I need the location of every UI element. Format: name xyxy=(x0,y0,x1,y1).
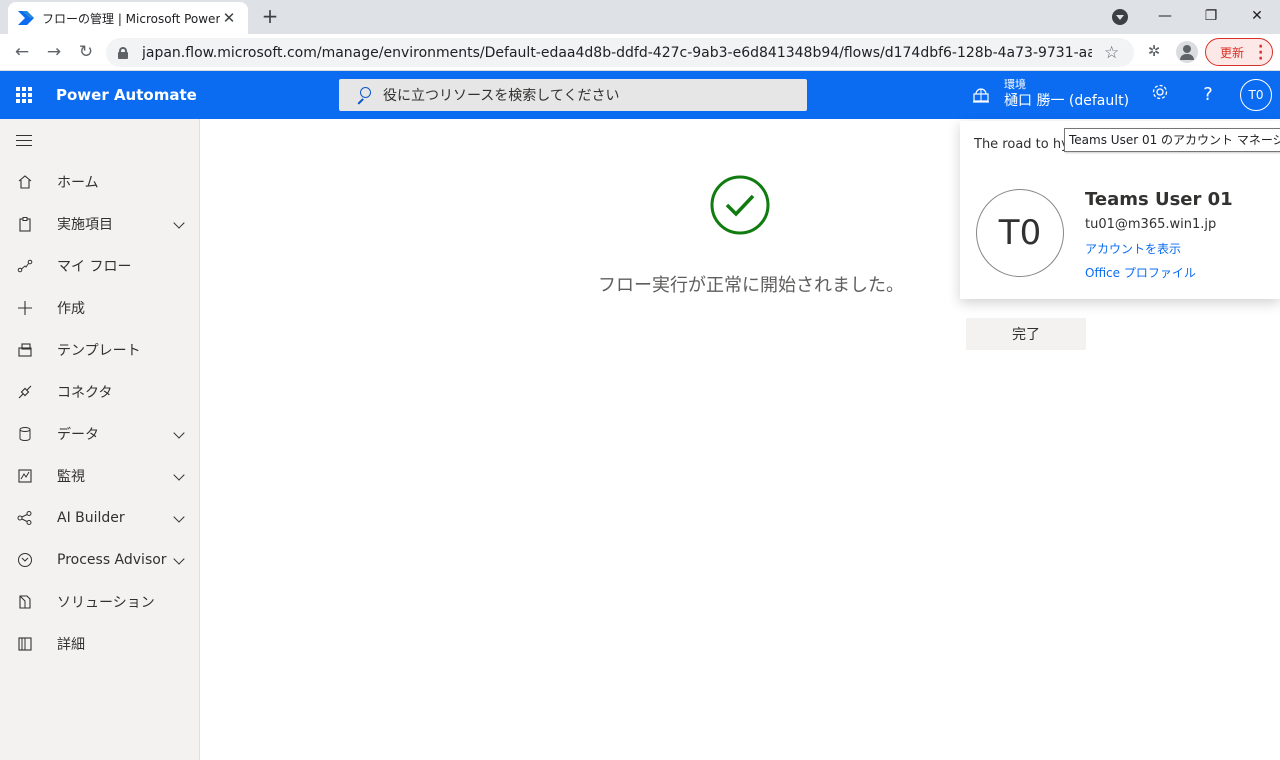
extensions-puzzle-icon[interactable]: ✲ xyxy=(1144,42,1164,62)
account-email: tu01@m365.win1.jp xyxy=(1085,217,1217,232)
sidebar-item-my-flows[interactable]: マイ フロー xyxy=(0,246,199,286)
card-org-name: The road to hy xyxy=(974,137,1069,152)
tab-search-icon[interactable] xyxy=(1112,9,1128,25)
chevron-down-icon[interactable] xyxy=(174,513,184,523)
browser-profile-icon[interactable] xyxy=(1176,41,1198,63)
sidebar-item-label: 実施項目 xyxy=(57,217,113,233)
sidebar-item-label: データ xyxy=(57,427,99,443)
environment-label: 環境 xyxy=(1004,78,1026,91)
app-launcher-waffle-icon[interactable] xyxy=(16,87,32,103)
power-automate-favicon-icon xyxy=(18,10,34,26)
tab-title: フローの管理 | Microsoft Power Automate xyxy=(42,11,220,26)
search-placeholder: 役に立つリソースを検索してください xyxy=(383,88,620,104)
solution-icon xyxy=(16,593,34,611)
sidebar-item-action-items[interactable]: 実施項目 xyxy=(0,204,199,244)
sidebar-item-label: コネクタ xyxy=(57,385,113,401)
environment-globe-icon[interactable] xyxy=(972,86,990,104)
plus-icon xyxy=(16,299,34,317)
book-icon xyxy=(16,635,34,653)
settings-gear-icon[interactable] xyxy=(1148,83,1172,107)
sidebar-item-label: AI Builder xyxy=(57,510,125,526)
account-manager-tooltip: Teams User 01 のアカウント マネージャー xyxy=(1064,128,1280,152)
sidebar-item-templates[interactable]: テンプレート xyxy=(0,330,199,370)
browser-tab[interactable]: フローの管理 | Microsoft Power Automate ✕ xyxy=(8,2,248,34)
address-bar[interactable]: japan.flow.microsoft.com/manage/environm… xyxy=(106,38,1134,67)
header-account-avatar[interactable]: T0 xyxy=(1240,79,1272,111)
tab-close-icon[interactable]: ✕ xyxy=(220,9,238,27)
app-name[interactable]: Power Automate xyxy=(56,86,197,104)
success-check-icon xyxy=(710,175,770,235)
sidebar-item-label: 監視 xyxy=(57,469,85,485)
clipboard-icon xyxy=(16,215,34,233)
database-icon xyxy=(16,425,34,443)
sidebar-item-process-advisor[interactable]: Process Advisor xyxy=(0,540,199,580)
chevron-down-icon[interactable] xyxy=(174,471,184,481)
environment-picker[interactable]: 環境 樋口 勝一 (default) xyxy=(1004,78,1129,110)
browser-tab-bar: フローの管理 | Microsoft Power Automate ✕ + — … xyxy=(0,0,1280,34)
sidebar-item-connectors[interactable]: コネクタ xyxy=(0,372,199,412)
done-button[interactable]: 完了 xyxy=(966,318,1086,350)
update-label: 更新 xyxy=(1220,45,1245,60)
help-icon[interactable]: ? xyxy=(1196,83,1220,107)
sidebar-item-create[interactable]: 作成 xyxy=(0,288,199,328)
sidebar-item-home[interactable]: ホーム xyxy=(0,162,199,202)
sidebar-item-label: テンプレート xyxy=(57,343,141,359)
search-icon xyxy=(355,86,373,104)
forward-arrow-icon[interactable]: → xyxy=(42,40,66,64)
process-advisor-icon xyxy=(16,551,34,569)
back-arrow-icon[interactable]: ← xyxy=(10,40,34,64)
monitor-icon xyxy=(16,467,34,485)
chevron-down-icon[interactable] xyxy=(174,219,184,229)
resource-search-input[interactable]: 役に立つリソースを検索してください xyxy=(339,79,807,111)
connector-icon xyxy=(16,383,34,401)
browser-toolbar: ← → ↻ japan.flow.microsoft.com/manage/en… xyxy=(0,34,1280,71)
sidebar-item-label: ソリューション xyxy=(57,595,155,611)
ai-builder-icon xyxy=(16,509,34,527)
success-message: フロー実行が正常に開始されました。 xyxy=(598,275,904,296)
minimize-button[interactable]: — xyxy=(1150,4,1180,28)
chevron-down-icon[interactable] xyxy=(174,555,184,565)
card-avatar: T0 xyxy=(976,189,1064,277)
home-icon xyxy=(16,173,34,191)
chevron-down-icon[interactable] xyxy=(174,429,184,439)
sidebar-item-label: 詳細 xyxy=(57,637,85,653)
sidebar-item-monitor[interactable]: 監視 xyxy=(0,456,199,496)
sidebar-item-data[interactable]: データ xyxy=(0,414,199,454)
sidebar-item-label: 作成 xyxy=(57,301,85,317)
new-tab-button[interactable]: + xyxy=(258,4,282,28)
url-text: japan.flow.microsoft.com/manage/environm… xyxy=(142,44,1092,61)
flow-icon xyxy=(16,257,34,275)
template-icon xyxy=(16,341,34,359)
sidebar-item-learn[interactable]: 詳細 xyxy=(0,624,199,664)
app-header: Power Automate 役に立つリソースを検索してください 環境 樋口 勝… xyxy=(0,71,1280,119)
sidebar-item-label: ホーム xyxy=(57,175,99,191)
window-close-button[interactable]: ✕ xyxy=(1242,4,1272,28)
left-navigation: ホーム 実施項目 マイ フロー 作成 テンプレート コネクタ データ 監視 AI… xyxy=(0,119,200,760)
sidebar-item-ai-builder[interactable]: AI Builder xyxy=(0,498,199,538)
more-vert-icon: · · · xyxy=(1258,39,1264,67)
sidebar-item-solutions[interactable]: ソリューション xyxy=(0,582,199,622)
environment-name: 樋口 勝一 (default) xyxy=(1004,93,1130,109)
lock-icon[interactable] xyxy=(118,46,128,59)
update-button[interactable]: 更新 · · · xyxy=(1205,38,1273,66)
hamburger-menu-icon[interactable] xyxy=(16,135,32,147)
office-profile-link[interactable]: Office プロファイル xyxy=(1085,264,1196,281)
reload-icon[interactable]: ↻ xyxy=(74,40,98,64)
account-display-name: Teams User 01 xyxy=(1085,189,1233,210)
bookmark-star-icon[interactable]: ☆ xyxy=(1104,43,1119,63)
sidebar-item-label: マイ フロー xyxy=(57,259,132,275)
sidebar-item-label: Process Advisor xyxy=(57,552,167,568)
restore-button[interactable]: ❐ xyxy=(1196,4,1226,28)
view-account-link[interactable]: アカウントを表示 xyxy=(1085,240,1181,257)
